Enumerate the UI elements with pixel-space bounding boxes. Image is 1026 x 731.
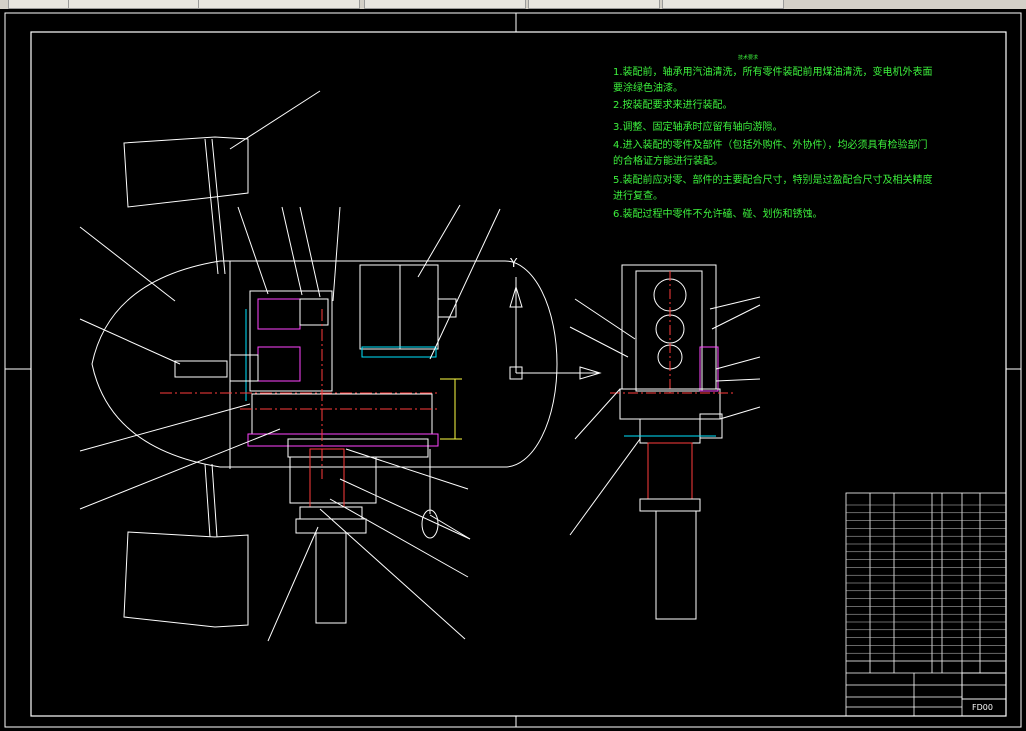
- note-line: 6.装配过程中零件不允许磕、碰、划伤和锈蚀。: [613, 207, 823, 220]
- title-block: [845, 492, 1007, 717]
- tab-3[interactable]: [198, 0, 360, 9]
- technical-notes: 技术要求 1.装配前，轴承用汽油清洗，所有零件装配前用煤油清洗，变电机外表面 要…: [613, 54, 933, 220]
- tab-5[interactable]: [528, 0, 660, 9]
- note-line: 进行复查。: [613, 189, 663, 202]
- main-view: [79, 90, 558, 642]
- y-axis-label: Y: [509, 256, 518, 270]
- outer-border: [4, 12, 1022, 728]
- note-line: 要涂绿色油漆。: [613, 81, 683, 94]
- ucs-icon: [509, 277, 602, 380]
- drawing-number: FD00: [972, 703, 993, 712]
- tab-1[interactable]: [8, 0, 70, 9]
- note-line: 5.装配前应对零、部件的主要配合尺寸，特别是过盈配合尺寸及相关精度: [613, 173, 933, 186]
- note-line: 4.进入装配的零件及部件（包括外购件、外协件），均必须具有检验部门: [613, 138, 928, 151]
- note-line: 的合格证方能进行装配。: [613, 154, 723, 167]
- note-line: 3.调整、固定轴承时应留有轴向游隙。: [613, 120, 783, 133]
- note-line: 2.按装配要求来进行装配。: [613, 98, 733, 111]
- inner-border: [30, 31, 1007, 717]
- parts-list-rows: [846, 504, 1006, 662]
- cad-canvas[interactable]: Y 技术要求 1.装配前，轴承用汽油清洗，所有零件装配前用煤油清洗，变电机外表面…: [0, 9, 1026, 731]
- side-view: [569, 264, 761, 620]
- notes-heading: 技术要求: [738, 54, 758, 61]
- tab-6[interactable]: [662, 0, 784, 9]
- tab-2[interactable]: [68, 0, 200, 9]
- centering-marks: [5, 13, 1021, 727]
- tab-4[interactable]: [364, 0, 526, 9]
- note-line: 1.装配前，轴承用汽油清洗，所有零件装配前用煤油清洗，变电机外表面: [613, 65, 933, 78]
- cad-drawing[interactable]: Y 技术要求 1.装配前，轴承用汽油清洗，所有零件装配前用煤油清洗，变电机外表面…: [0, 9, 1026, 731]
